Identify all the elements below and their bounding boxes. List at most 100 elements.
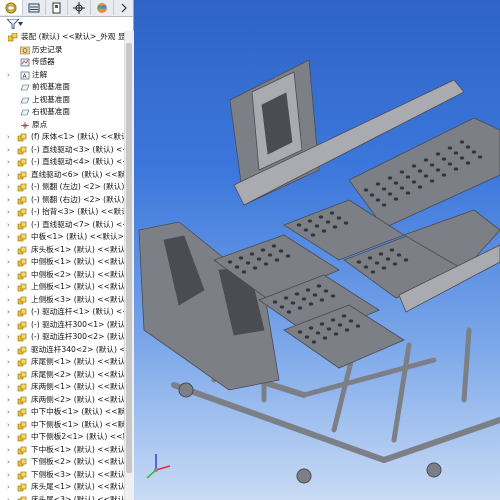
tree-item-label: (-) 驱动连杆300<1> (默认) <<: [31, 319, 124, 329]
tree-item-34[interactable]: › 下侧板<3> (默认) <<默认>_显: [0, 469, 124, 482]
expand-arrow-icon[interactable]: ›: [7, 194, 13, 207]
tab-configuration-manager[interactable]: [46, 0, 69, 15]
tree-item-19[interactable]: › 上侧板<1> (默认) <<默认>_显: [0, 281, 124, 294]
feature-manager-panel: 装配 (默认) <<默认>_外观 显示状 历史记录传感器 › A注解前视基准面上视基…: [0, 0, 134, 500]
tree-item-32[interactable]: › 下中板<1> (默认) <<默认>_显: [0, 444, 124, 457]
tree-item-25[interactable]: › 床尾侧<1> (默认) <<默认>_显: [0, 356, 124, 369]
expand-arrow-icon[interactable]: ›: [7, 306, 13, 319]
expand-arrow-icon[interactable]: ›: [7, 394, 13, 407]
annotation-icon: A: [20, 71, 30, 80]
expand-arrow-icon[interactable]: ›: [7, 356, 13, 369]
expand-arrow-icon[interactable]: ›: [7, 269, 13, 282]
tree-item-27[interactable]: › 床两侧<1> (默认) <<默认>_显: [0, 381, 124, 394]
tree-item-22[interactable]: › (-) 驱动连杆300<1> (默认) <<: [0, 319, 124, 332]
tree-item-label: (-) 直线驱动<4> (默认) <<默认>: [31, 157, 124, 166]
tree-item-label: 下侧板<3> (默认) <<默认>_显: [31, 469, 124, 479]
expand-arrow-icon[interactable]: ›: [7, 69, 13, 82]
tree-item-21[interactable]: › (-) 驱动连杆<1> (默认) <<默认>: [0, 306, 124, 319]
tree-item-24[interactable]: › 驱动连杆340<2> (默认) <<默: [0, 344, 124, 357]
expand-arrow-icon[interactable]: ›: [7, 344, 13, 357]
tree-item-label: 前视基准面: [32, 82, 70, 91]
tree-item-31[interactable]: › 中下侧板2<1> (默认) <<默认>: [0, 431, 124, 444]
tree-item-9[interactable]: › (-) 直线驱动<4> (默认) <<默认>: [0, 156, 124, 169]
tree-item-label: (-) 直线驱动<3> (默认) <<默认>: [31, 144, 124, 154]
tree-item-20[interactable]: › 上侧板<3> (默认) <<默认>_显: [0, 294, 124, 307]
tree-item-29[interactable]: › 中下中板<1> (默认) <<默认>_: [0, 406, 124, 419]
tree-item-5[interactable]: 右视基准面: [0, 106, 124, 119]
expand-arrow-icon[interactable]: ›: [7, 169, 13, 182]
part-icon: [17, 371, 27, 379]
expand-arrow-icon[interactable]: ›: [7, 444, 13, 457]
tab-property-manager[interactable]: [23, 0, 46, 15]
tree-item-label: (-) 直线驱动<7> (默认) <<默认>: [31, 219, 124, 229]
tree-item-10[interactable]: › 直线驱动<6> (默认) <<默认>_: [0, 169, 124, 182]
expand-arrow-icon[interactable]: ›: [7, 131, 13, 144]
tree-item-4[interactable]: 上视基准面: [0, 94, 124, 107]
tree-item-28[interactable]: › 床两侧<2> (默认) <<默认>_显: [0, 394, 124, 407]
tree-item-36[interactable]: › 床头尾<3> (默认) <<默认>_显: [0, 494, 124, 500]
chevron-down-icon[interactable]: [18, 22, 23, 26]
expand-arrow-icon[interactable]: ›: [7, 419, 13, 432]
expand-arrow-icon[interactable]: ›: [7, 294, 13, 307]
tree-item-23[interactable]: › (-) 驱动连杆300<2> (默认) <<: [0, 331, 124, 344]
expand-arrow-icon[interactable]: ›: [7, 231, 13, 244]
expand-arrow-icon[interactable]: ›: [7, 219, 13, 232]
tree-item-8[interactable]: › (-) 直线驱动<3> (默认) <<默认>: [0, 144, 124, 157]
tree-item-16[interactable]: › 床头板<1> (默认) <<默认>_显: [0, 244, 124, 257]
tree-scrollbar[interactable]: [124, 31, 134, 500]
display-manager-icon: [97, 2, 108, 13]
tree-root[interactable]: 装配 (默认) <<默认>_外观 显示状: [0, 31, 124, 44]
part-icon: [17, 158, 27, 167]
tree-item-17[interactable]: › 中侧板<1> (默认) <<默认>_显: [0, 256, 124, 269]
part-icon: [17, 271, 27, 279]
expand-arrow-icon[interactable]: ›: [7, 381, 13, 394]
expand-arrow-icon[interactable]: ›: [7, 369, 13, 382]
expand-arrow-icon[interactable]: ›: [7, 156, 13, 169]
part-icon: [17, 233, 27, 242]
expand-arrow-icon[interactable]: ›: [7, 481, 13, 494]
tree-item-7[interactable]: › (f) 床体<1> (默认) <<默认>_: [0, 131, 124, 144]
tree-item-label: 原点: [32, 119, 48, 129]
expand-arrow-icon[interactable]: ›: [7, 181, 13, 194]
triad-x-axis: [155, 465, 171, 471]
expand-arrow-icon[interactable]: ›: [7, 406, 13, 419]
tree-item-11[interactable]: › (-) 侧翻 (左边) <2> (默认) <<: [0, 181, 124, 194]
tree-item-14[interactable]: › (-) 直线驱动<7> (默认) <<默认>: [0, 219, 124, 232]
tree-item-15[interactable]: › 中板<1> (默认) <<默认>_显示: [0, 231, 124, 244]
expand-arrow-icon[interactable]: ›: [7, 244, 13, 257]
expand-arrow-icon[interactable]: ›: [7, 319, 13, 332]
tree-item-26[interactable]: › 床尾侧<2> (默认) <<默认>_显: [0, 369, 124, 382]
scrollbar-thumb[interactable]: [126, 43, 132, 473]
expand-arrow-icon[interactable]: ›: [7, 281, 13, 294]
expand-arrow-icon[interactable]: ›: [7, 256, 13, 269]
tree-item-12[interactable]: › (-) 侧翻 (右边) <2> (默认) <<: [0, 194, 124, 207]
expand-arrow-icon[interactable]: ›: [7, 469, 13, 482]
tab-display-manager[interactable]: [91, 0, 115, 15]
expand-arrow-icon[interactable]: ›: [7, 456, 13, 469]
tab-feature-manager[interactable]: [0, 0, 23, 15]
tree-item-6[interactable]: 原点: [0, 119, 124, 132]
graphics-viewport[interactable]: [134, 0, 500, 500]
expand-arrow-icon[interactable]: ›: [7, 206, 13, 219]
expand-arrow-icon[interactable]: ›: [7, 494, 13, 500]
expand-arrow-icon[interactable]: ›: [7, 144, 13, 157]
tree-item-35[interactable]: › 床头尾<1> (默认) <<默认>_显: [0, 481, 124, 494]
tree-item-label: 床头板<1> (默认) <<默认>_显: [31, 244, 124, 254]
plane-icon: [20, 97, 30, 103]
tree-item-label: (-) 驱动连杆300<2> (默认) <<: [31, 332, 124, 341]
tree-item-33[interactable]: › 下侧板<2> (默认) <<默认>_显: [0, 456, 124, 469]
tab-more[interactable]: [114, 0, 133, 15]
expand-arrow-icon[interactable]: ›: [7, 331, 13, 344]
tree-item-2[interactable]: › A 注解: [0, 69, 124, 82]
plane-icon: [20, 109, 30, 116]
expand-arrow-icon[interactable]: ›: [7, 431, 13, 444]
tree-item-1[interactable]: 传感器: [0, 56, 124, 69]
tree-item-30[interactable]: › 中下侧板<1> (默认) <<默认>_: [0, 419, 124, 432]
tree-item-13[interactable]: › (-) 抬背<3> (默认) <<默认>_: [0, 206, 124, 219]
tree-item-18[interactable]: › 中侧板<2> (默认) <<默认>_显: [0, 269, 124, 282]
tree-item-label: 床两侧<1> (默认) <<默认>_显: [31, 382, 124, 391]
tree-item-0[interactable]: 历史记录: [0, 44, 124, 57]
tree-item-label: 上视基准面: [32, 94, 70, 104]
tree-item-3[interactable]: 前视基准面: [0, 81, 124, 94]
tab-dimxpert[interactable]: [68, 0, 92, 15]
